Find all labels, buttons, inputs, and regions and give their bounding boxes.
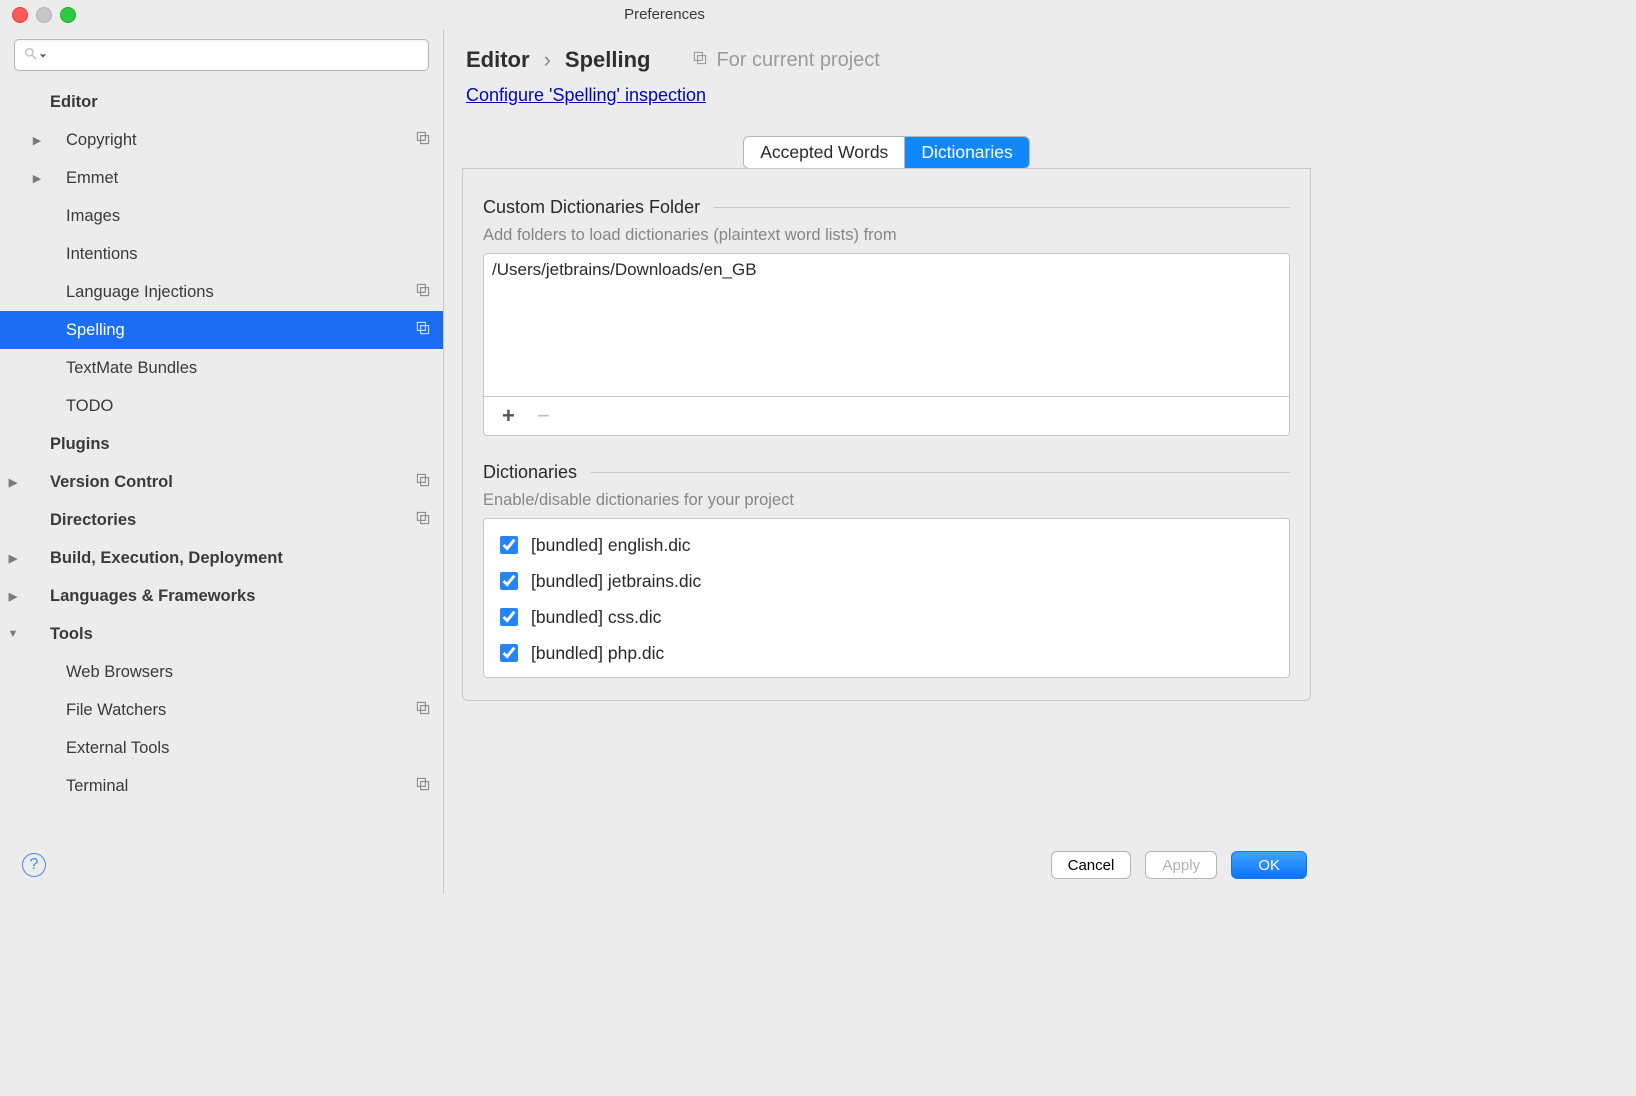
tree-item-label: Tools [26,625,431,644]
tree-item-terminal[interactable]: Terminal [0,767,443,805]
tree-item-label: Build, Execution, Deployment [26,549,431,568]
tab-bar: Accepted WordsDictionaries [743,136,1030,169]
configure-inspection-link[interactable]: Configure 'Spelling' inspection [466,85,706,105]
tree-item-label: Intentions [50,245,431,264]
dictionary-checkbox[interactable] [500,608,518,626]
dictionary-label: [bundled] english.dic [531,535,691,556]
window-title: Preferences [624,6,705,23]
tree-item-label: Images [50,207,431,226]
project-scope-icon [415,472,431,493]
disclosure-icon[interactable]: ▶ [0,552,26,565]
disclosure-icon[interactable]: ▼ [0,628,26,640]
dictionary-label: [bundled] css.dic [531,607,661,628]
remove-folder-button: − [537,405,550,427]
custom-folder-list[interactable]: /Users/jetbrains/Downloads/en_GB + − [483,253,1290,436]
tree-item-plugins[interactable]: Plugins [0,425,443,463]
dictionary-item[interactable]: [bundled] php.dic [492,635,1281,671]
custom-folder-hint: Add folders to load dictionaries (plaint… [483,226,1290,245]
tree-item-label: TextMate Bundles [50,359,431,378]
dictionary-item[interactable]: [bundled] english.dic [492,527,1281,563]
tab-dictionaries[interactable]: Dictionaries [904,137,1028,168]
titlebar: Preferences [0,0,1329,29]
dictionary-item[interactable]: [bundled] css.dic [492,599,1281,635]
disclosure-icon[interactable]: ▶ [0,134,50,147]
preferences-tree[interactable]: Editor▶Copyright▶EmmetImagesIntentionsLa… [0,77,443,893]
chevron-right-icon: › [544,47,551,73]
tree-item-copyright[interactable]: ▶Copyright [0,121,443,159]
dictionary-checkbox[interactable] [500,644,518,662]
minimize-window-button [36,7,52,23]
dictionary-checkbox[interactable] [500,536,518,554]
tree-item-images[interactable]: Images [0,197,443,235]
search-field[interactable] [51,46,420,64]
tree-item-label: File Watchers [50,701,415,720]
tree-item-languages-frameworks[interactable]: ▶Languages & Frameworks [0,577,443,615]
tree-item-label: Language Injections [50,283,415,302]
project-scope-icon [415,130,431,151]
tree-item-tools[interactable]: ▼Tools [0,615,443,653]
tree-item-directories[interactable]: Directories [0,501,443,539]
dictionary-label: [bundled] php.dic [531,643,664,664]
tree-item-label: Plugins [26,435,431,454]
dictionaries-list[interactable]: [bundled] english.dic [bundled] jetbrains… [483,518,1290,678]
search-icon [23,46,39,65]
project-scope-icon [415,320,431,341]
tree-item-spelling[interactable]: Spelling [0,311,443,349]
close-window-button[interactable] [12,7,28,23]
tree-item-intentions[interactable]: Intentions [0,235,443,273]
tree-item-label: Directories [26,511,415,530]
cancel-button[interactable]: Cancel [1051,851,1132,879]
dictionaries-hint: Enable/disable dictionaries for your pro… [483,491,1290,510]
help-button[interactable]: ? [22,853,46,877]
ok-button[interactable]: OK [1231,851,1307,879]
dictionary-label: [bundled] jetbrains.dic [531,571,701,592]
dictionary-checkbox[interactable] [500,572,518,590]
tree-item-label: Editor [26,93,431,112]
tree-item-label: Copyright [50,131,415,150]
tree-item-build-execution-deployment[interactable]: ▶Build, Execution, Deployment [0,539,443,577]
disclosure-icon[interactable]: ▶ [0,172,50,185]
tree-item-label: Emmet [50,169,431,188]
tree-item-version-control[interactable]: ▶Version Control [0,463,443,501]
custom-dictionaries-folder-label: Custom Dictionaries Folder [483,197,700,218]
tab-accepted-words[interactable]: Accepted Words [744,137,904,168]
folder-entry[interactable]: /Users/jetbrains/Downloads/en_GB [492,260,1281,280]
dictionaries-label: Dictionaries [483,462,577,483]
search-history-chevron-icon[interactable] [39,48,47,63]
tree-item-label: Spelling [50,321,415,340]
project-scope-icon [415,282,431,303]
project-scope-icon [415,700,431,721]
project-scope-icon [692,49,708,72]
project-scope-icon [415,776,431,797]
tree-item-emmet[interactable]: ▶Emmet [0,159,443,197]
tree-item-file-watchers[interactable]: File Watchers [0,691,443,729]
tree-item-external-tools[interactable]: External Tools [0,729,443,767]
disclosure-icon[interactable]: ▶ [0,476,26,489]
tree-item-label: Version Control [26,473,415,492]
dictionary-item[interactable]: [bundled] jetbrains.dic [492,563,1281,599]
tree-item-language-injections[interactable]: Language Injections [0,273,443,311]
add-folder-button[interactable]: + [502,405,515,427]
tree-item-label: Web Browsers [50,663,431,682]
tree-item-label: Languages & Frameworks [26,587,431,606]
tree-item-label: Terminal [50,777,415,796]
apply-button: Apply [1145,851,1217,879]
tree-item-todo[interactable]: TODO [0,387,443,425]
maximize-window-button[interactable] [60,7,76,23]
disclosure-icon[interactable]: ▶ [0,590,26,603]
tree-item-label: TODO [50,397,431,416]
tree-item-editor[interactable]: Editor [0,83,443,121]
tree-item-web-browsers[interactable]: Web Browsers [0,653,443,691]
project-scope-icon [415,510,431,531]
tree-item-textmate-bundles[interactable]: TextMate Bundles [0,349,443,387]
tree-item-label: External Tools [50,739,431,758]
search-input[interactable] [14,39,429,71]
breadcrumb: Editor › Spelling For current project [444,29,1329,83]
